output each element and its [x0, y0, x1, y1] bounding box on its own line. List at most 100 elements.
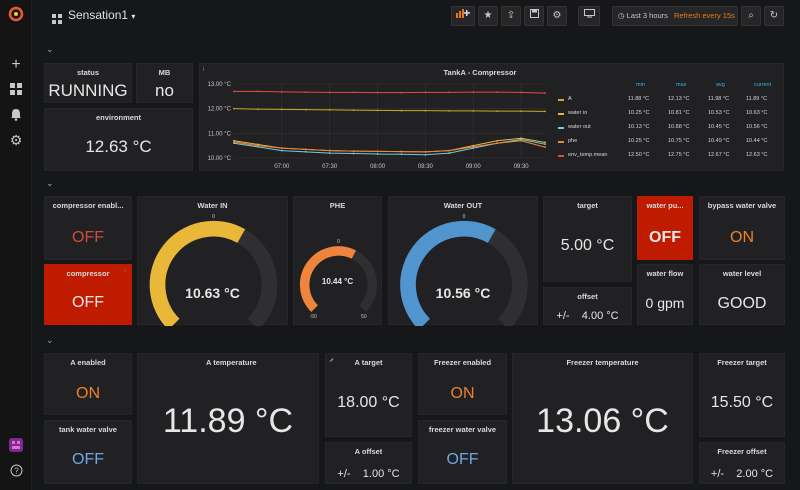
legend-column-header[interactable]: avg — [716, 82, 725, 88]
legend-value: 12.67 °C — [708, 152, 730, 158]
compressor-enabled-panel[interactable]: compressor enabl... OFF — [44, 196, 132, 260]
add-panel-icon — [456, 9, 470, 18]
freezer-offset-sign: +/- — [710, 468, 725, 480]
legend-column-header[interactable]: current — [754, 82, 771, 88]
water-pump-panel[interactable]: water pu... OFF — [637, 196, 693, 260]
tank-water-valve-panel[interactable]: tank water valve OFF — [44, 420, 132, 484]
gauge-zero-label: 0 — [463, 214, 466, 220]
data-point — [544, 143, 546, 146]
data-point — [304, 108, 307, 111]
legend-value: 10.53 °C — [708, 110, 730, 116]
freezer-offset-panel[interactable]: Freezer offset +/- 2.00 °C — [699, 442, 785, 484]
row-collapse-icon[interactable]: ⌄ — [46, 335, 54, 346]
water-level-panel[interactable]: water level GOOD — [699, 264, 785, 325]
offset-panel[interactable]: offset +/- 4.00 °C — [543, 287, 632, 325]
legend-series-name[interactable]: env_temp.mean — [568, 152, 607, 158]
panel-title: Freezer temperature — [566, 358, 639, 367]
data-point — [424, 109, 427, 112]
panel-title: Freezer offset — [717, 447, 767, 456]
legend-column-header[interactable]: min — [636, 82, 645, 88]
bypass-water-valve-panel[interactable]: bypass water valve ON — [699, 196, 785, 260]
phe-panel[interactable]: PHE 0 -50 50 10.44 °C — [293, 196, 382, 325]
compressor-value: OFF — [72, 294, 104, 311]
environment-value: 12.63 °C — [85, 137, 152, 156]
star-button[interactable]: ★ — [478, 6, 498, 26]
freezer-temperature-panel[interactable]: Freezer temperature 13.06 °C — [512, 353, 693, 484]
legend-value: 12.50 °C — [628, 152, 650, 158]
zoom-out-button[interactable]: ⌕ — [741, 6, 761, 26]
tanka-compressor-graph-panel[interactable]: i TankA - Compressor 10.00 °C 11.00 °C 12.… — [199, 63, 784, 171]
grafana-logo-icon[interactable] — [8, 6, 24, 22]
share-button[interactable]: ⇪ — [501, 6, 521, 26]
row-collapse-icon[interactable]: ⌄ — [46, 178, 54, 189]
tv-mode-button[interactable] — [578, 6, 600, 26]
help-icon[interactable]: ? — [8, 464, 24, 480]
time-picker[interactable]: ◷ Last 3 hours Refresh every 15s — [612, 6, 738, 26]
water-out-value: 10.56 °C — [435, 285, 491, 301]
dashboards-icon[interactable] — [8, 83, 24, 99]
row-collapse-icon[interactable]: ⌄ — [46, 44, 54, 55]
add-panel-button[interactable] — [451, 6, 475, 26]
gauge-min-label: -50 — [310, 314, 317, 320]
y-tick-label: 12.00 °C — [208, 107, 232, 113]
gauge-zero-label: 0 — [212, 214, 215, 220]
panel-title: environment — [95, 113, 141, 122]
line-chart: 10.00 °C 11.00 °C 12.00 °C 13.00 °C 07:00 07:… — [208, 82, 546, 170]
data-point — [328, 149, 331, 152]
gear-icon[interactable]: ⚙ — [8, 132, 24, 148]
freezer-enabled-panel[interactable]: Freezer enabled ON — [418, 353, 507, 415]
a-temperature-panel[interactable]: A temperature 11.89 °C — [137, 353, 319, 484]
a-temperature-value: 11.89 °C — [162, 402, 294, 440]
water-flow-panel[interactable]: water flow 0 gpm — [637, 264, 693, 325]
panel-title: compressor enabl... — [52, 201, 124, 210]
dashboards-icon[interactable] — [52, 11, 62, 29]
data-point — [496, 142, 499, 145]
panel-title: A temperature — [206, 358, 257, 367]
save-button[interactable] — [524, 6, 544, 26]
clock-icon: ◷ — [618, 11, 625, 20]
data-point — [520, 110, 522, 113]
refresh-button[interactable]: ↻ — [764, 6, 784, 26]
legend-value: 10.63 °C — [746, 110, 768, 116]
series-line — [233, 108, 546, 112]
water-in-panel[interactable]: Water IN 0-5050 10.63 °C — [137, 196, 288, 326]
data-point — [328, 109, 331, 111]
freezer-target-panel[interactable]: Freezer target 15.50 °C — [699, 353, 785, 437]
data-point — [257, 144, 259, 147]
gauge-arc — [149, 220, 246, 326]
freezer-water-valve-panel[interactable]: freezer water valve OFF — [418, 420, 507, 484]
plus-icon[interactable]: + — [8, 57, 24, 73]
a-offset-sign: +/- — [337, 468, 351, 480]
series-line — [233, 137, 546, 153]
environment-panel[interactable]: environment 12.63 °C — [44, 108, 193, 171]
legend-series-name[interactable]: water out — [568, 124, 591, 130]
dashboard-title[interactable]: Sensation1 ▾ — [68, 8, 135, 22]
bypass-value: ON — [730, 229, 754, 246]
panel-title: A target — [354, 358, 383, 367]
legend-series-name[interactable]: water in — [568, 110, 587, 116]
legend-series-name[interactable]: phe — [568, 138, 577, 144]
a-enabled-panel[interactable]: A enabled ON — [44, 353, 132, 415]
legend-value: 10.45 °C — [708, 124, 730, 130]
water-level-value: GOOD — [717, 295, 767, 312]
panel-title: A enabled — [70, 358, 106, 367]
data-point — [304, 150, 307, 153]
legend-value: 10.25 °C — [628, 138, 650, 144]
freezer-enabled-value: ON — [450, 385, 475, 402]
water-out-panel[interactable]: Water OUT 0-5050 10.56 °C — [388, 196, 538, 326]
mb-panel[interactable]: MB no — [136, 63, 193, 103]
avatar[interactable] — [8, 438, 24, 454]
legend-swatch — [558, 127, 564, 129]
panel-title: target — [577, 201, 598, 210]
data-point — [496, 91, 499, 94]
legend-series-name[interactable]: A — [568, 96, 572, 102]
data-point — [520, 139, 522, 142]
settings-button[interactable]: ⚙ — [547, 6, 567, 26]
compressor-panel[interactable]: ○ compressor OFF — [44, 264, 132, 325]
status-panel[interactable]: status RUNNING — [44, 63, 132, 103]
a-offset-panel[interactable]: A offset +/- 1.00 °C — [325, 442, 412, 484]
bell-icon[interactable] — [8, 108, 24, 124]
a-target-panel[interactable]: ⬈ A target 18.00 °C — [325, 353, 412, 437]
target-panel[interactable]: target 5.00 °C — [543, 196, 632, 282]
legend-column-header[interactable]: max — [676, 82, 686, 88]
